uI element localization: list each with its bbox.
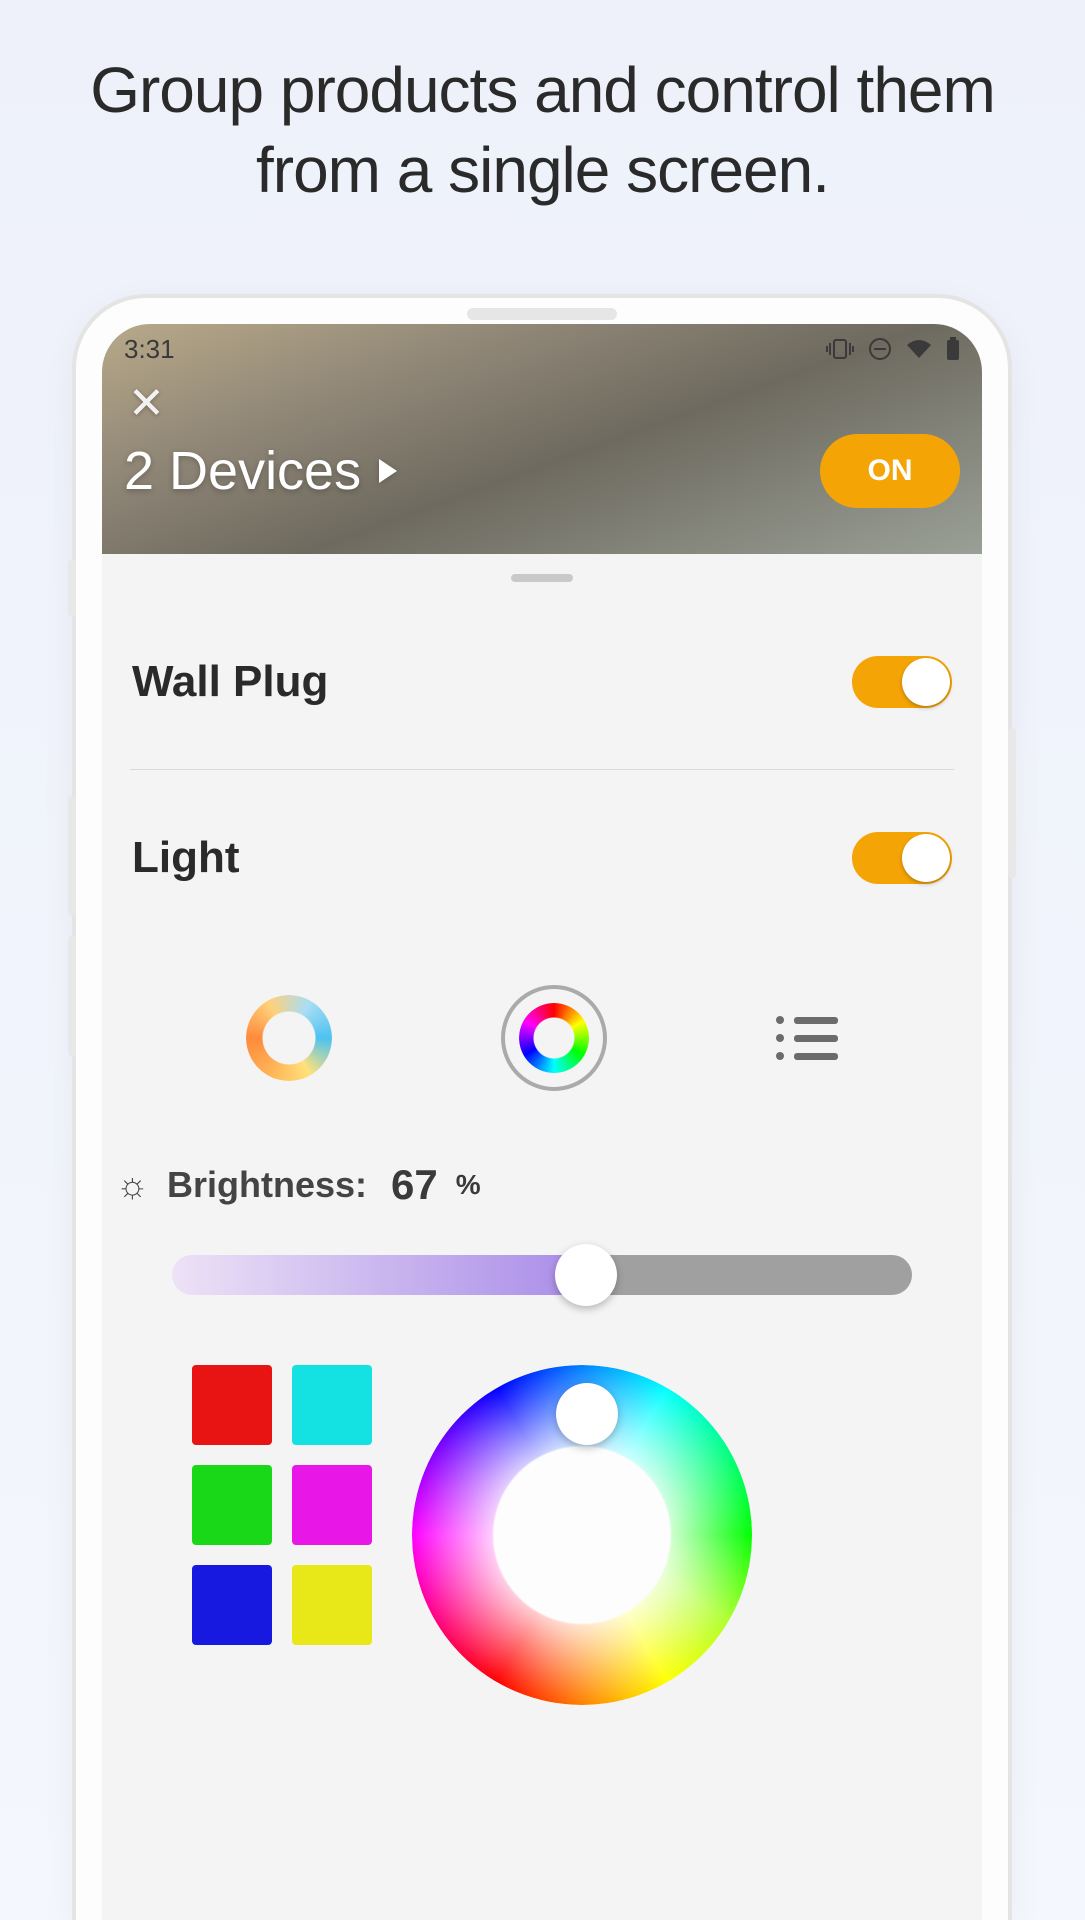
swatch-red[interactable] — [192, 1365, 272, 1445]
phone-screen: 3:31 ✕ 2 Devices ON Wal — [102, 324, 982, 1920]
earpiece — [467, 308, 617, 320]
device-name: Wall Plug — [132, 657, 328, 707]
brightness-value: 67 — [391, 1161, 438, 1209]
slider-thumb[interactable] — [555, 1244, 617, 1306]
device-row-wall-plug: Wall Plug — [102, 594, 982, 769]
swatch-green[interactable] — [192, 1465, 272, 1545]
devices-title-text: 2 Devices — [124, 440, 361, 502]
device-name: Light — [132, 833, 240, 883]
vibrate-icon — [826, 338, 854, 360]
color-mode-button[interactable] — [501, 985, 607, 1091]
swatch-yellow[interactable] — [292, 1565, 372, 1645]
brightness-slider[interactable] — [172, 1255, 912, 1295]
scenes-list-button[interactable] — [776, 1016, 838, 1060]
light-toggle[interactable] — [852, 832, 952, 884]
promo-headline: Group products and control them from a s… — [0, 0, 1085, 210]
color-wheel-icon — [519, 1003, 589, 1073]
close-button[interactable]: ✕ — [128, 382, 165, 426]
slider-track — [172, 1255, 912, 1295]
brightness-label: Brightness: — [167, 1164, 367, 1206]
brightness-readout: ☼ Brightness: 67 % — [102, 1121, 982, 1219]
content-sheet: Wall Plug Light ☼ — [102, 554, 982, 1920]
device-row-light: Light — [102, 770, 982, 945]
chevron-right-icon — [379, 459, 397, 483]
status-icons — [826, 337, 960, 361]
color-section — [102, 1295, 982, 1705]
brightness-unit: % — [456, 1169, 481, 1201]
devices-title-button[interactable]: 2 Devices — [124, 440, 397, 502]
sheet-grabber[interactable] — [511, 574, 573, 582]
battery-icon — [946, 337, 960, 361]
power-button — [1008, 728, 1016, 878]
wall-plug-toggle[interactable] — [852, 656, 952, 708]
mode-selector — [102, 945, 982, 1121]
wifi-icon — [906, 339, 932, 359]
swatch-magenta[interactable] — [292, 1465, 372, 1545]
brightness-icon: ☼ — [116, 1164, 149, 1206]
swatch-blue[interactable] — [192, 1565, 272, 1645]
color-wheel-thumb[interactable] — [556, 1383, 618, 1445]
group-on-button[interactable]: ON — [820, 434, 960, 508]
color-wheel[interactable] — [412, 1365, 752, 1705]
color-swatch-grid — [192, 1365, 372, 1645]
phone-frame: 3:31 ✕ 2 Devices ON Wal — [76, 298, 1008, 1920]
status-bar: 3:31 — [102, 324, 982, 362]
side-button — [68, 560, 76, 616]
white-mode-button[interactable] — [246, 995, 332, 1081]
app-header: 3:31 ✕ 2 Devices ON — [102, 324, 982, 554]
swatch-cyan[interactable] — [292, 1365, 372, 1445]
volume-down-button — [68, 936, 76, 1056]
dnd-icon — [868, 337, 892, 361]
status-time: 3:31 — [124, 334, 175, 365]
volume-up-button — [68, 796, 76, 916]
